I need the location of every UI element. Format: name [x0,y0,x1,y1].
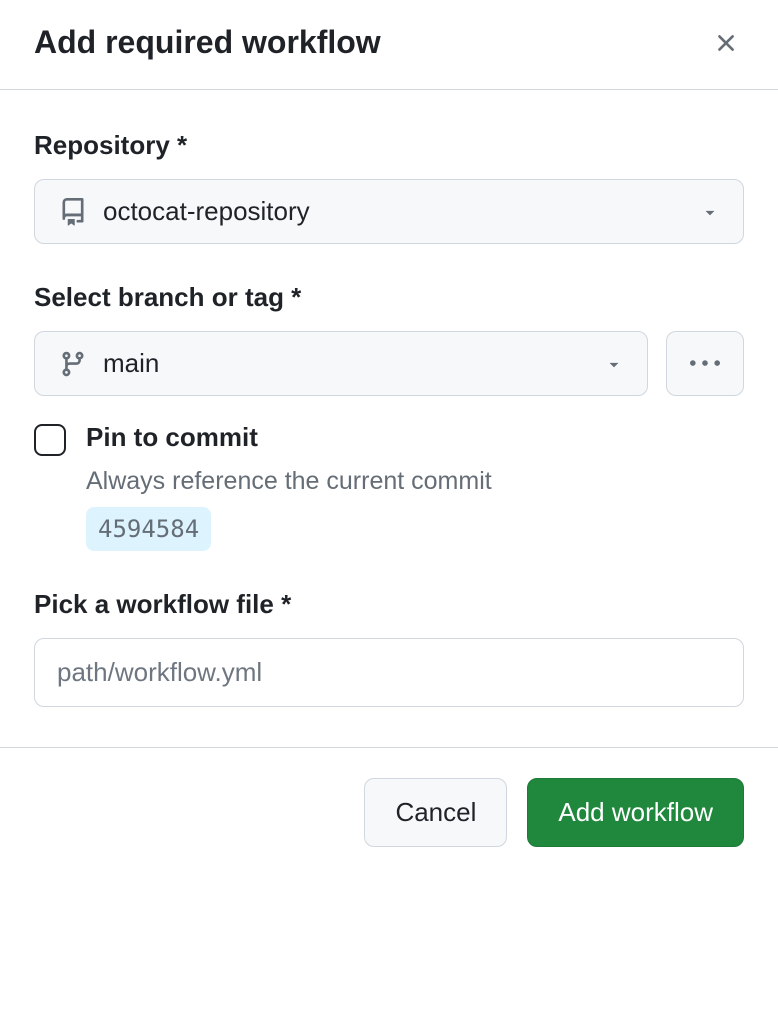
pin-commit-description-text: Always reference the current commit [86,467,492,495]
repository-select[interactable]: octocat-repository [34,179,744,244]
dialog-title: Add required workflow [34,24,381,61]
pin-commit-description: Always reference the current commit 4594… [86,463,744,551]
dialog-body: Repository * octocat-repository Select b… [0,90,778,747]
workflow-label: Pick a workflow file * [34,589,744,620]
close-button[interactable] [708,25,744,61]
commit-sha: 4594584 [86,507,211,551]
branch-field: Select branch or tag * main Pin to commi… [34,282,744,551]
branch-more-button[interactable] [666,331,744,396]
workflow-input[interactable] [34,638,744,707]
submit-button[interactable]: Add workflow [527,778,744,847]
pin-commit-checkbox[interactable] [34,424,66,456]
dialog-footer: Cancel Add workflow [0,747,778,877]
caret-down-icon [701,203,719,221]
pin-commit-label: Pin to commit [86,422,744,453]
branch-select[interactable]: main [34,331,648,396]
cancel-button[interactable]: Cancel [364,778,507,847]
kebab-horizontal-icon [690,349,720,379]
pin-commit-row: Pin to commit Always reference the curre… [34,422,744,551]
branch-row: main [34,331,744,396]
workflow-field: Pick a workflow file * [34,589,744,707]
branch-value: main [103,348,159,379]
pin-commit-content: Pin to commit Always reference the curre… [86,422,744,551]
repository-label: Repository * [34,130,744,161]
branch-label: Select branch or tag * [34,282,744,313]
git-branch-icon [59,350,87,378]
caret-down-icon [605,355,623,373]
repo-icon [59,198,87,226]
dialog-header: Add required workflow [0,0,778,90]
repository-value: octocat-repository [103,196,310,227]
close-icon [712,29,740,57]
repository-field: Repository * octocat-repository [34,130,744,244]
